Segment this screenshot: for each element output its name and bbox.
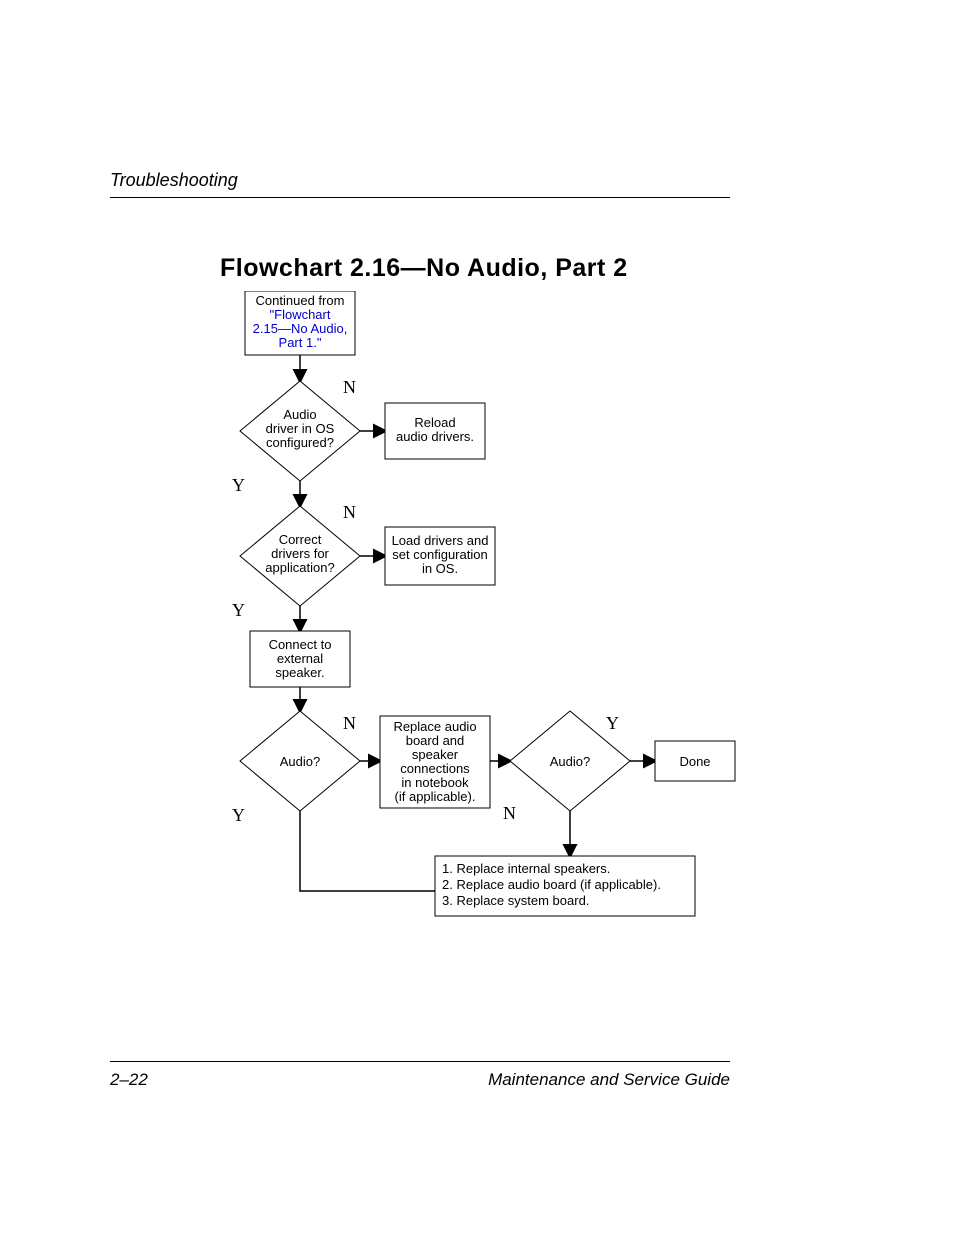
p3-l2: external xyxy=(277,651,323,666)
p2-l1: Load drivers and xyxy=(392,533,489,548)
d2-l1: Correct xyxy=(279,532,322,547)
start-line1: Continued from xyxy=(256,293,345,308)
d3: Audio? xyxy=(280,754,320,769)
start-link[interactable]: "Flowchart xyxy=(270,307,331,322)
section-header: Troubleshooting xyxy=(110,170,730,198)
d2-l3: application? xyxy=(265,560,334,575)
label-y-4: Y xyxy=(606,713,619,733)
p2-l2: set configuration xyxy=(392,547,487,562)
label-n-2: N xyxy=(343,502,356,522)
page-footer: 2–22 Maintenance and Service Guide xyxy=(110,1061,730,1090)
p5-l1: 1. Replace internal speakers. xyxy=(442,861,610,876)
page-number: 2–22 xyxy=(110,1070,148,1089)
start-link2[interactable]: 2.15—No Audio, xyxy=(253,321,348,336)
label-y-2: Y xyxy=(232,600,245,620)
p3-l3: speaker. xyxy=(275,665,324,680)
doc-title: Maintenance and Service Guide xyxy=(488,1070,730,1090)
label-n-1: N xyxy=(343,377,356,397)
p4-l6: (if applicable). xyxy=(395,789,476,804)
p3-l1: Connect to xyxy=(269,637,332,652)
d1-l2: driver in OS xyxy=(266,421,335,436)
label-n-3: N xyxy=(343,713,356,733)
p4-l5: in notebook xyxy=(401,775,469,790)
p4-l1: Replace audio xyxy=(393,719,476,734)
start-link3[interactable]: Part 1." xyxy=(279,335,322,350)
page-title: Flowchart 2.16—No Audio, Part 2 xyxy=(220,254,830,283)
p5-l3: 3. Replace system board. xyxy=(442,893,589,908)
p1-l2: audio drivers. xyxy=(396,429,474,444)
flowchart-diagram: Continued from "Flowchart 2.15—No Audio,… xyxy=(220,291,830,956)
done-text: Done xyxy=(679,754,710,769)
p4-l2: board and xyxy=(406,733,465,748)
label-y-1: Y xyxy=(232,475,245,495)
d2-l2: drivers for xyxy=(271,546,329,561)
d1-l1: Audio xyxy=(283,407,316,422)
d4: Audio? xyxy=(550,754,590,769)
label-y-3: Y xyxy=(232,805,245,825)
p5-l2: 2. Replace audio board (if applicable). xyxy=(442,877,661,892)
label-n-4: N xyxy=(503,803,516,823)
d1-l3: configured? xyxy=(266,435,334,450)
p4-l4: connections xyxy=(400,761,470,776)
p1-l1: Reload xyxy=(414,415,455,430)
p4-l3: speaker xyxy=(412,747,459,762)
p2-l3: in OS. xyxy=(422,561,458,576)
